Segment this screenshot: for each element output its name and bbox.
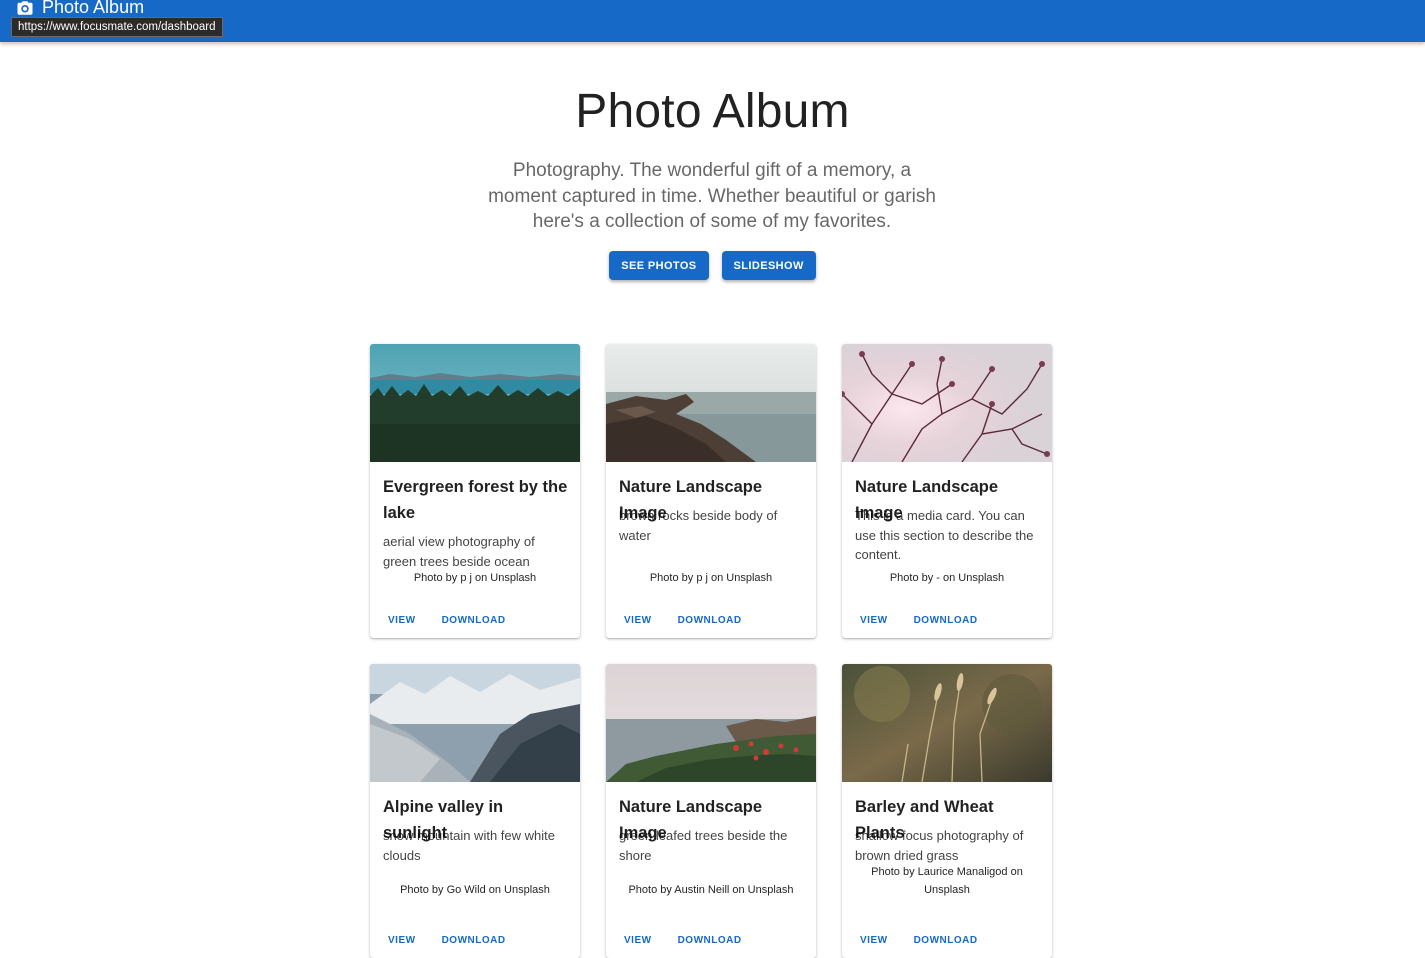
card-actions: VIEW DOWNLOAD: [378, 610, 516, 630]
view-button[interactable]: VIEW: [614, 610, 662, 630]
photo-grid: Evergreen forest by the lake aerial view…: [370, 344, 1052, 958]
card-credit: Photo by Austin Neill on Unsplash: [628, 884, 794, 896]
view-button[interactable]: VIEW: [378, 930, 426, 950]
card-credit: Photo by p j on Unsplash: [413, 572, 537, 584]
photo-card: Evergreen forest by the lake aerial view…: [370, 344, 580, 638]
see-photos-button[interactable]: SEE PHOTOS: [609, 251, 709, 280]
page-subtitle: Photography. The wonderful gift of a mem…: [488, 160, 936, 232]
view-button[interactable]: VIEW: [850, 930, 898, 950]
card-actions: VIEW DOWNLOAD: [850, 610, 988, 630]
card-description: green leafed trees beside the shore: [619, 828, 788, 863]
download-button[interactable]: DOWNLOAD: [668, 610, 752, 630]
card-image-coastal-shrubs[interactable]: [606, 664, 816, 782]
hero-actions: SEE PHOTOS SLIDESHOW: [0, 251, 1425, 280]
card-description: shallow focus photography of brown dried…: [855, 828, 1024, 863]
card-description: snow mountain with few white clouds: [383, 828, 555, 863]
download-button[interactable]: DOWNLOAD: [904, 610, 988, 630]
photo-card: Nature Landscape Image This is a media c…: [842, 344, 1052, 638]
photo-card: Nature Landscape Image green leafed tree…: [606, 664, 816, 958]
card-image-alpine-valley[interactable]: [370, 664, 580, 782]
view-button[interactable]: VIEW: [614, 930, 662, 950]
photo-card: Nature Landscape Image brown rocks besid…: [606, 344, 816, 638]
download-button[interactable]: DOWNLOAD: [904, 930, 988, 950]
download-button[interactable]: DOWNLOAD: [432, 930, 516, 950]
card-credit: Photo by - on Unsplash: [889, 572, 1005, 584]
card-description: aerial view photography of green trees b…: [383, 534, 535, 569]
card-credit: Photo by Go Wild on Unsplash: [400, 884, 550, 896]
card-actions: VIEW DOWNLOAD: [614, 610, 752, 630]
app-title: Photo Album: [42, 0, 145, 17]
download-button[interactable]: DOWNLOAD: [432, 610, 516, 630]
photo-card: Alpine valley in sunlight snow mountain …: [370, 664, 580, 958]
card-credit: Photo by Laurice Manaligod on Unsplash: [871, 866, 1023, 896]
card-image-rocky-shore[interactable]: [606, 344, 816, 462]
link-url-tooltip: https://www.focusmate.com/dashboard: [11, 17, 223, 37]
card-description: brown rocks beside body of water: [619, 508, 778, 543]
view-button[interactable]: VIEW: [378, 610, 426, 630]
page-title: Photo Album: [575, 85, 850, 138]
photo-card: Barley and Wheat Plants shallow focus ph…: [842, 664, 1052, 958]
card-actions: VIEW DOWNLOAD: [850, 930, 988, 950]
card-description: This is a media card. You can use this s…: [855, 508, 1034, 562]
camera-icon: [17, 0, 33, 15]
card-title: Evergreen forest by the lake: [383, 478, 568, 522]
view-button[interactable]: VIEW: [850, 610, 898, 630]
card-image-blossom-branches[interactable]: [842, 344, 1052, 462]
app-bar-brand: Photo Album: [16, 0, 144, 18]
slideshow-button[interactable]: SLIDESHOW: [721, 251, 816, 280]
card-actions: VIEW DOWNLOAD: [614, 930, 752, 950]
card-image-wheat-grass[interactable]: [842, 664, 1052, 782]
card-image-forest-lake[interactable]: [370, 344, 580, 462]
download-button[interactable]: DOWNLOAD: [668, 930, 752, 950]
card-credit: Photo by p j on Unsplash: [649, 572, 773, 584]
card-actions: VIEW DOWNLOAD: [378, 930, 516, 950]
